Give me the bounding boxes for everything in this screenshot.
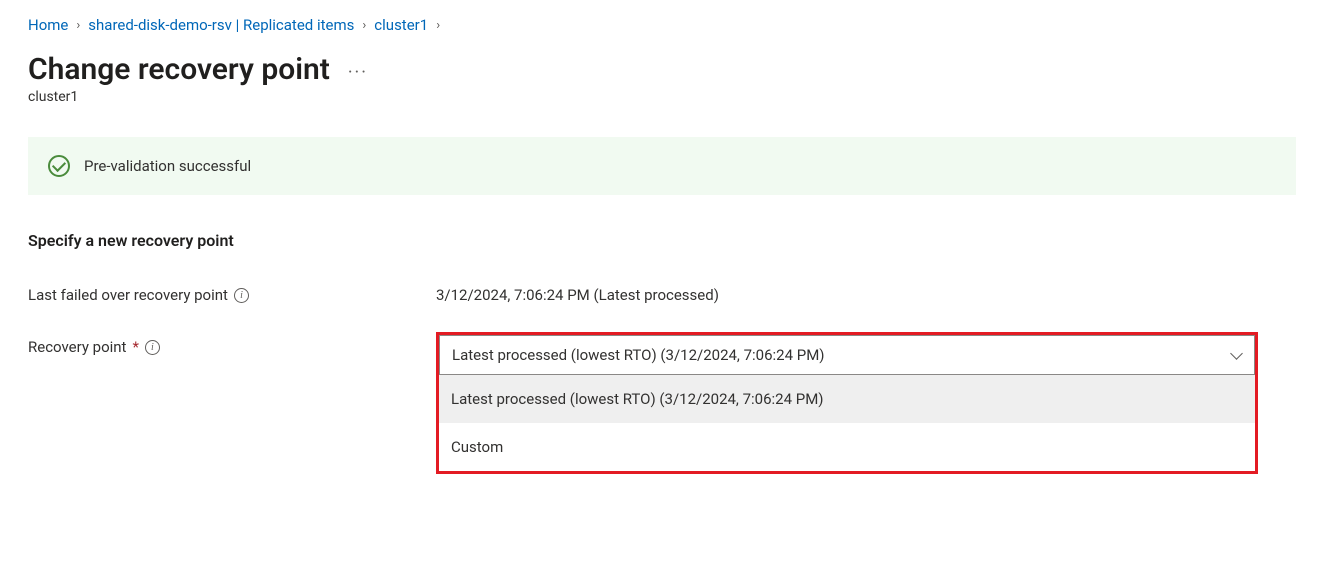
info-icon[interactable]: i <box>234 288 249 303</box>
check-circle-icon <box>48 155 70 177</box>
status-banner: Pre-validation successful <box>28 137 1296 195</box>
page-subtitle: cluster1 <box>28 89 1296 105</box>
chevron-down-icon <box>1230 349 1242 361</box>
dropdown-options-list: Latest processed (lowest RTO) (3/12/2024… <box>439 375 1255 471</box>
chevron-right-icon: › <box>436 18 440 33</box>
recovery-point-label: Recovery point <box>28 338 126 356</box>
page-title: Change recovery point <box>28 52 330 87</box>
info-icon[interactable]: i <box>145 340 160 355</box>
recovery-point-dropdown-highlight: Latest processed (lowest RTO) (3/12/2024… <box>436 332 1258 474</box>
breadcrumb-cluster[interactable]: cluster1 <box>374 16 428 34</box>
status-message: Pre-validation successful <box>84 157 251 175</box>
breadcrumb: Home › shared-disk-demo-rsv | Replicated… <box>28 16 1296 34</box>
recovery-point-row: Recovery point * i Latest processed (low… <box>28 332 1296 474</box>
recovery-point-dropdown[interactable]: Latest processed (lowest RTO) (3/12/2024… <box>439 335 1255 375</box>
dropdown-option-latest-processed[interactable]: Latest processed (lowest RTO) (3/12/2024… <box>439 375 1255 423</box>
chevron-right-icon: › <box>362 18 366 33</box>
last-failed-over-row: Last failed over recovery point i 3/12/2… <box>28 280 1296 304</box>
chevron-right-icon: › <box>76 18 80 33</box>
more-actions-button[interactable]: ··· <box>348 56 368 83</box>
breadcrumb-home[interactable]: Home <box>28 16 68 34</box>
dropdown-option-custom[interactable]: Custom <box>439 423 1255 471</box>
dropdown-selected-value: Latest processed (lowest RTO) (3/12/2024… <box>452 346 825 364</box>
last-failed-over-value: 3/12/2024, 7:06:24 PM (Latest processed) <box>436 280 1296 304</box>
required-asterisk: * <box>132 338 138 356</box>
section-heading: Specify a new recovery point <box>28 231 1296 250</box>
last-failed-over-label: Last failed over recovery point <box>28 286 228 304</box>
breadcrumb-vault[interactable]: shared-disk-demo-rsv | Replicated items <box>88 16 354 34</box>
